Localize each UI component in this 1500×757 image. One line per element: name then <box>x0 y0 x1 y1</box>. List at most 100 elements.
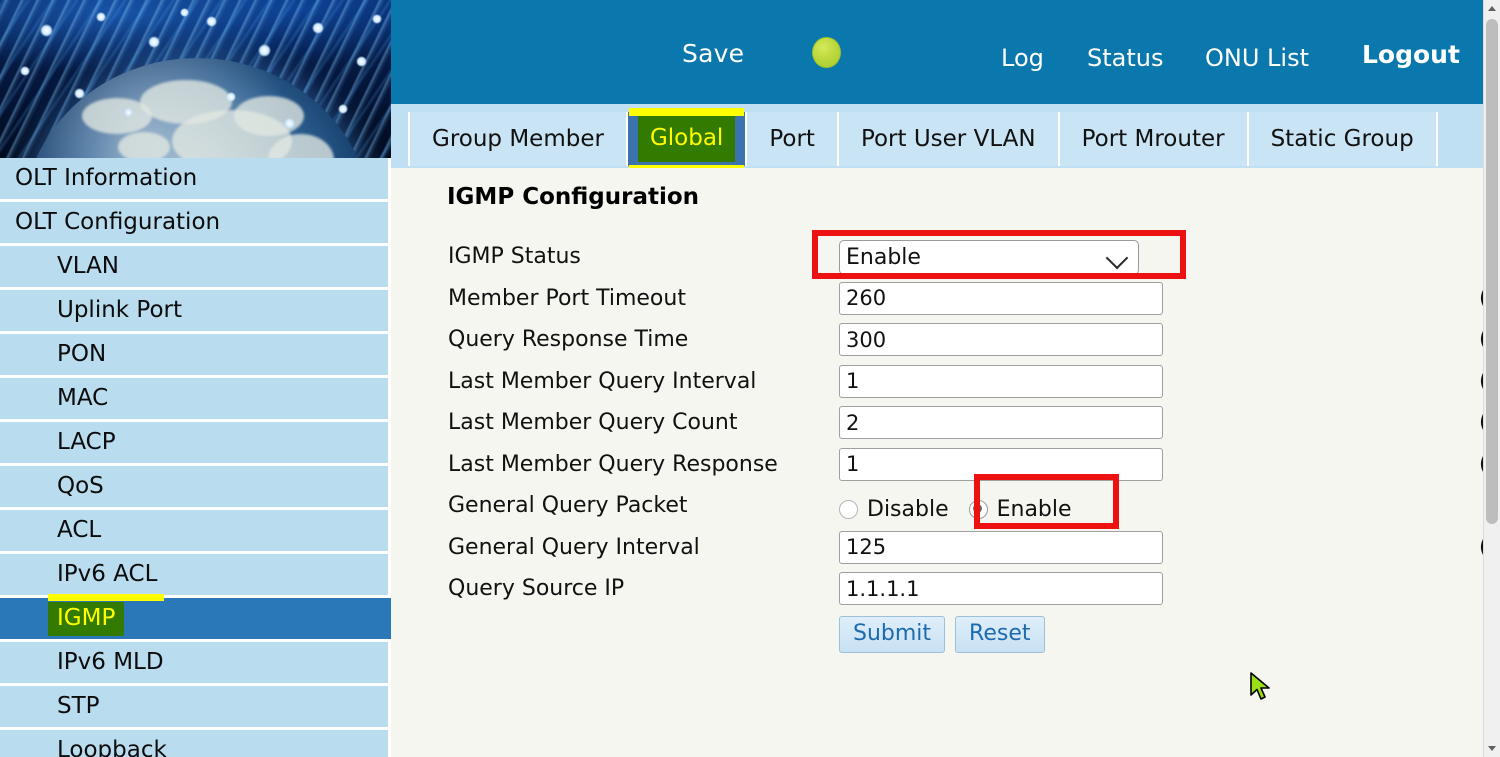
label-last-member-query-count: Last Member Query Count <box>448 410 738 435</box>
input-last-member-query-count[interactable] <box>839 406 1163 439</box>
form-row-query-response-time: Query Response Time(10-3600s) <box>391 323 1485 364</box>
sidebar-item-label: IGMP <box>48 602 124 636</box>
reset-button[interactable]: Reset <box>955 616 1044 653</box>
label-igmp-status: IGMP Status <box>448 244 581 269</box>
tab-label: Global <box>638 116 735 162</box>
sidebar-item-label: IPv6 MLD <box>57 651 164 674</box>
tab-port-mrouter[interactable]: Port Mrouter <box>1060 112 1249 166</box>
sidebar-item-label: OLT Information <box>15 167 197 190</box>
sidebar-item-olt-information[interactable]: OLT Information <box>0 158 388 199</box>
control-wrap-last-member-query-count <box>839 406 1163 439</box>
olt-banner-image <box>0 0 391 158</box>
tab-label: Port <box>769 126 815 152</box>
form-row-igmp-status: IGMP Status EnableDisable <box>391 240 1485 281</box>
sidebar-item-lacp[interactable]: LACP <box>0 422 388 463</box>
select-wrap-igmp-status: EnableDisable <box>839 240 1139 275</box>
left-column: OLT Information OLT Configuration VLAN Upli… <box>0 0 391 757</box>
page-title: IGMP Configuration <box>447 184 699 210</box>
sidebar-item-label: MAC <box>57 387 108 410</box>
sidebar-item-mac[interactable]: MAC <box>0 378 388 419</box>
label-query-source-ip: Query Source IP <box>448 576 624 601</box>
vertical-scrollbar[interactable] <box>1483 0 1500 757</box>
sidebar-item-vlan[interactable]: VLAN <box>0 246 388 287</box>
form-row-last-member-query-count: Last Member Query Count(1-255) <box>391 406 1485 447</box>
form-button-row: Submit Reset <box>839 616 1045 653</box>
tab-label: Port Mrouter <box>1082 126 1225 152</box>
label-general-query-interval: General Query Interval <box>448 535 700 560</box>
input-query-source-ip[interactable] <box>839 572 1163 605</box>
radio-group-general-query-packet: Disable Enable <box>839 489 1072 529</box>
input-query-response-time[interactable] <box>839 323 1163 356</box>
sidebar-item-olt-configuration[interactable]: OLT Configuration <box>0 202 388 243</box>
sidebar-item-igmp[interactable]: IGMP <box>0 598 391 639</box>
radio-dot-icon[interactable] <box>969 500 988 519</box>
control-wrap-general-query-interval <box>839 531 1163 564</box>
control-wrap-member-port-timeout <box>839 282 1163 315</box>
control-wrap-igmp-status: EnableDisable <box>839 240 1139 275</box>
label-member-port-timeout: Member Port Timeout <box>448 286 686 311</box>
control-wrap-query-response-time <box>839 323 1163 356</box>
tab-bar: Group Member Global Port Port User VLAN Port… <box>391 104 1485 168</box>
tab-global[interactable]: Global <box>628 112 747 166</box>
input-last-member-query-response[interactable] <box>839 448 1163 481</box>
control-wrap-query-source-ip <box>839 572 1163 605</box>
browser-page: OLT Information OLT Configuration VLAN Upli… <box>0 0 1500 757</box>
control-wrap-last-member-query-interval <box>839 365 1163 398</box>
sidebar-item-label: Uplink Port <box>57 299 182 322</box>
sidebar-item-acl[interactable]: ACL <box>0 510 388 551</box>
radio-dot-icon[interactable] <box>839 500 858 519</box>
label-last-member-query-interval: Last Member Query Interval <box>448 369 756 394</box>
sidebar-highlight-bar <box>48 594 164 601</box>
top-header-bar: Save Log Status ONU List Logout <box>391 0 1485 104</box>
input-general-query-interval[interactable] <box>839 531 1163 564</box>
radio-general-query-packet-enable[interactable]: Enable <box>969 497 1072 522</box>
form-row-general-query-interval: General Query Interval(10-255s) <box>391 531 1485 572</box>
input-last-member-query-interval[interactable] <box>839 365 1163 398</box>
tab-static-group[interactable]: Static Group <box>1249 112 1438 166</box>
tab-label: Group Member <box>432 126 604 152</box>
sidebar-nav[interactable]: OLT Information OLT Configuration VLAN Upli… <box>0 158 391 757</box>
igmp-configuration-panel: IGMP Configuration IGMP StatusEnableDisa… <box>391 168 1485 757</box>
tab-strip[interactable]: Group Member Global Port Port User VLAN Port… <box>408 112 1438 166</box>
header-link-status[interactable]: Status <box>1087 44 1163 72</box>
submit-button[interactable]: Submit <box>839 616 945 653</box>
label-query-response-time: Query Response Time <box>448 327 688 352</box>
radio-general-query-packet-disable[interactable]: Disable <box>839 497 949 522</box>
form-row-member-port-timeout: Member Port Timeout(10-3600s) <box>391 282 1485 323</box>
sidebar-item-uplink-port[interactable]: Uplink Port <box>0 290 388 331</box>
sidebar-item-label: STP <box>57 695 100 718</box>
sidebar-item-stp[interactable]: STP <box>0 686 388 727</box>
sidebar-item-label: IPv6 ACL <box>57 563 157 586</box>
control-wrap-last-member-query-response <box>839 448 1163 481</box>
scroll-up-arrow-icon[interactable] <box>1484 0 1500 17</box>
form-row-last-member-query-response: Last Member Query Response(1-255s) <box>391 448 1485 489</box>
tab-port-user-vlan[interactable]: Port User VLAN <box>839 112 1060 166</box>
tab-group-member[interactable]: Group Member <box>408 112 628 166</box>
tab-label: Static Group <box>1271 126 1414 152</box>
form-row-query-source-ip: Query Source IP <box>391 572 1485 613</box>
sidebar-item-qos[interactable]: QoS <box>0 466 388 507</box>
sidebar-item-label: VLAN <box>57 255 119 278</box>
sidebar-item-pon[interactable]: PON <box>0 334 388 375</box>
select-igmp-status[interactable]: EnableDisable <box>839 240 1139 275</box>
sidebar-item-loopback[interactable]: Loopback <box>0 730 388 757</box>
scrollbar-thumb[interactable] <box>1486 19 1498 524</box>
sidebar-item-label: Loopback <box>57 739 167 757</box>
save-button[interactable]: Save <box>682 39 744 68</box>
tab-label: Port User VLAN <box>861 126 1036 152</box>
sidebar-item-ipv6-mld[interactable]: IPv6 MLD <box>0 642 388 683</box>
label-last-member-query-response: Last Member Query Response <box>448 452 778 477</box>
main-column: Save Log Status ONU List Logout Group Me… <box>391 0 1500 757</box>
header-link-onu-list[interactable]: ONU List <box>1205 44 1309 72</box>
green-status-dot-icon <box>812 37 841 68</box>
sidebar-item-label: OLT Configuration <box>15 211 220 234</box>
input-member-port-timeout[interactable] <box>839 282 1163 315</box>
header-link-logout[interactable]: Logout <box>1362 40 1460 69</box>
label-general-query-packet: General Query Packet <box>448 493 688 518</box>
scroll-down-arrow-icon[interactable] <box>1484 740 1500 757</box>
header-link-log[interactable]: Log <box>1001 44 1044 72</box>
control-wrap-general-query-packet: Disable Enable <box>839 489 1072 529</box>
sidebar-item-ipv6-acl[interactable]: IPv6 ACL <box>0 554 388 595</box>
tab-port[interactable]: Port <box>747 112 839 166</box>
tab-highlight-bar-top <box>629 108 744 116</box>
